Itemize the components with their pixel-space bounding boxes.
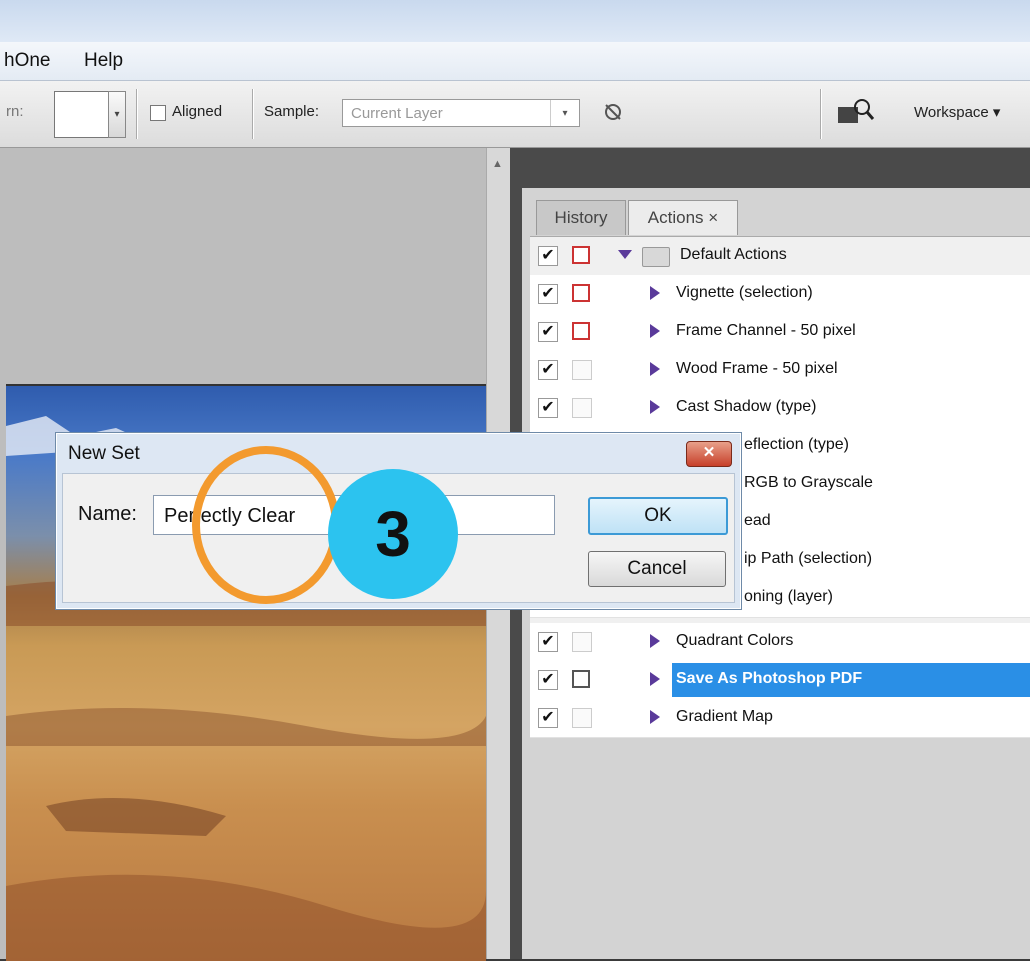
expand-right-icon[interactable]: [650, 710, 660, 724]
tab-actions[interactable]: Actions ×: [628, 200, 738, 235]
action-label: RGB to Grayscale: [744, 474, 873, 491]
action-label: oning (layer): [744, 588, 833, 605]
ok-button[interactable]: OK: [588, 497, 728, 535]
toggle-checkbox[interactable]: ✔: [538, 398, 558, 418]
tab-history[interactable]: History: [536, 200, 626, 235]
action-row[interactable]: ✔ Vignette (selection): [530, 275, 1030, 314]
sample-select[interactable]: Current Layer ▾: [342, 99, 580, 127]
menu-item-onone[interactable]: hOne: [4, 50, 50, 72]
action-row[interactable]: ✔ Frame Channel - 50 pixel: [530, 313, 1030, 352]
toggle-checkbox[interactable]: ✔: [538, 708, 558, 728]
toggle-checkbox[interactable]: ✔: [538, 246, 558, 266]
dialog-toggle-icon[interactable]: [572, 246, 590, 264]
scroll-up-icon[interactable]: ▲: [492, 158, 503, 170]
expand-right-icon[interactable]: [650, 400, 660, 414]
separator: [252, 89, 254, 139]
action-label: Cast Shadow (type): [676, 398, 817, 415]
dialog-toggle-icon[interactable]: [572, 322, 590, 340]
action-label: Vignette (selection): [676, 284, 813, 301]
aligned-checkbox[interactable]: [150, 105, 166, 121]
dialog-toggle-icon[interactable]: [572, 670, 590, 688]
dialog-toggle-empty[interactable]: [572, 632, 592, 652]
action-row-selected[interactable]: ✔ Save As Photoshop PDF: [530, 661, 1030, 700]
dialog-title: New Set: [68, 443, 140, 464]
expand-right-icon[interactable]: [650, 362, 660, 376]
action-set-label: Default Actions: [680, 246, 787, 263]
workspace-menu[interactable]: Workspace ▾: [914, 103, 1000, 121]
action-row[interactable]: ✔ Default Actions: [530, 237, 1030, 276]
separator: [136, 89, 138, 139]
expand-right-icon[interactable]: [650, 672, 660, 686]
action-label: Wood Frame - 50 pixel: [676, 360, 838, 377]
pattern-picker[interactable]: [54, 91, 110, 138]
expand-right-icon[interactable]: [650, 324, 660, 338]
action-label: Frame Channel - 50 pixel: [676, 322, 856, 339]
separator: [820, 89, 822, 139]
cancel-button[interactable]: Cancel: [588, 551, 726, 587]
dialog-toggle-icon[interactable]: [572, 284, 590, 302]
menubar: hOne Help: [0, 42, 1030, 81]
toggle-checkbox[interactable]: ✔: [538, 284, 558, 304]
action-row[interactable]: ✔ Cast Shadow (type): [530, 389, 1030, 428]
action-label: ip Path (selection): [744, 550, 873, 567]
workspace-switcher-icon[interactable]: [836, 97, 876, 127]
pattern-label: rn:: [6, 103, 24, 120]
name-label: Name:: [78, 503, 137, 525]
expand-right-icon[interactable]: [650, 286, 660, 300]
close-icon[interactable]: ✕: [686, 441, 732, 467]
toggle-checkbox[interactable]: ✔: [538, 670, 558, 690]
dialog-toggle-empty[interactable]: [572, 360, 592, 380]
action-label: eflection (type): [744, 436, 849, 453]
step-badge: 3: [328, 469, 458, 599]
ignore-adjustment-layers-icon[interactable]: [602, 101, 624, 123]
toggle-checkbox[interactable]: ✔: [538, 322, 558, 342]
action-row[interactable]: ✔ Quadrant Colors: [530, 623, 1030, 662]
action-label: Save As Photoshop PDF: [676, 670, 863, 687]
sample-label: Sample:: [264, 103, 320, 120]
expand-down-icon[interactable]: [618, 250, 632, 259]
window-titlebar: [0, 0, 1030, 42]
expand-right-icon[interactable]: [650, 634, 660, 648]
action-label: Gradient Map: [676, 708, 773, 725]
action-row[interactable]: ✔ Gradient Map: [530, 699, 1030, 738]
sample-select-value: Current Layer: [351, 105, 443, 122]
dialog-toggle-empty[interactable]: [572, 708, 592, 728]
aligned-label: Aligned: [172, 103, 223, 120]
action-label: ead: [744, 512, 771, 529]
menu-item-help[interactable]: Help: [84, 50, 123, 72]
pattern-dropdown-arrow[interactable]: ▾: [108, 91, 126, 138]
action-row[interactable]: ✔ Wood Frame - 50 pixel: [530, 351, 1030, 390]
dialog-toggle-empty[interactable]: [572, 398, 592, 418]
toggle-checkbox[interactable]: ✔: [538, 632, 558, 652]
annotation-circle: [192, 446, 340, 604]
folder-icon: [642, 247, 670, 267]
action-label: Quadrant Colors: [676, 632, 794, 649]
toggle-checkbox[interactable]: ✔: [538, 360, 558, 380]
options-bar: rn: ▾ Aligned Sample: Current Layer ▾ Wo…: [0, 81, 1030, 148]
chevron-down-icon: ▾: [550, 100, 579, 126]
